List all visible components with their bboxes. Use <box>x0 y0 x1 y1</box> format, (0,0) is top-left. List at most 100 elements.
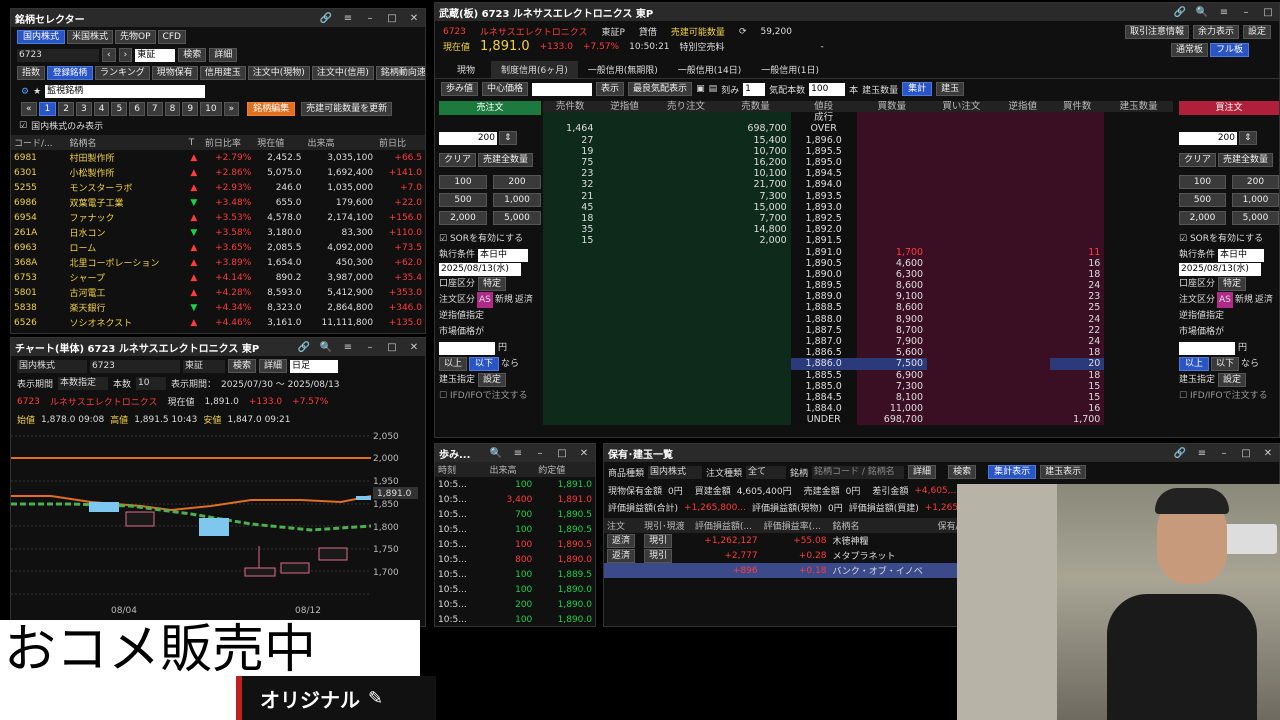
menu-icon[interactable]: ≡ <box>1195 448 1209 459</box>
qty-2000[interactable]: 2,000 <box>439 211 487 225</box>
layout-icon[interactable]: ▣ <box>696 84 705 94</box>
aggregate-view-button[interactable]: 集計表示 <box>988 465 1037 479</box>
stepper[interactable]: ⇕ <box>499 131 517 145</box>
account-button[interactable]: 特定 <box>478 277 507 291</box>
bid-row[interactable]: 1,888.5 8,600 25 <box>543 302 1173 314</box>
qty-2000[interactable]: 2,000 <box>1179 211 1226 225</box>
bid-row[interactable]: 1,888.0 8,900 24 <box>543 313 1173 325</box>
subtab-order-margin[interactable]: 注文中(信用) <box>311 66 374 80</box>
link-icon[interactable]: 🔗 <box>319 13 333 24</box>
bid-row[interactable]: 1,887.0 7,900 24 <box>543 335 1173 348</box>
refresh-icon[interactable]: ⟳ <box>739 27 747 37</box>
bid-row[interactable]: 1,889.0 9,100 23 <box>543 291 1173 303</box>
next-button[interactable]: › <box>118 48 133 62</box>
qty-100[interactable]: 100 <box>439 175 487 189</box>
clear-button[interactable]: クリア <box>439 153 477 167</box>
page-button[interactable]: 1 <box>38 102 57 116</box>
maximize-icon[interactable]: □ <box>385 13 399 24</box>
gear-icon[interactable]: ⚙ <box>21 87 29 97</box>
subtab-index[interactable]: 指数 <box>17 66 46 80</box>
checkbox[interactable]: ☑ <box>19 121 27 131</box>
table-row[interactable]: 5255 モンスターラボ ▲ +2.93% 246.0 1,035,000 +7.0 <box>11 180 425 195</box>
hold-search-button[interactable]: 検索 <box>948 465 977 479</box>
table-row[interactable]: 6753 シャープ ▲ +4.14% 890.2 3,987,000 +35.4 <box>11 270 425 285</box>
ask-price[interactable]: 1,895.5 <box>790 145 857 157</box>
hold-detail-button[interactable]: 詳細 <box>908 465 937 479</box>
chart-market-select[interactable]: 国内株式 <box>17 359 87 373</box>
count-input[interactable]: 10 <box>136 377 167 390</box>
bid-price[interactable]: 1,885.5 <box>790 369 857 381</box>
exec-select[interactable]: 本日中 <box>1218 248 1265 262</box>
last-page-button[interactable]: » <box>223 102 240 116</box>
column-header[interactable]: 銘柄名 <box>829 518 934 533</box>
minimize-icon[interactable]: – <box>363 13 377 24</box>
table-row[interactable]: 6986 双葉電子工業 ▼ +3.48% 655.0 179,600 +22.0 <box>11 195 425 210</box>
ask-row[interactable]: 35 14,800 1,892.0 <box>543 224 1173 236</box>
ask-price[interactable]: 1,894.5 <box>790 168 857 180</box>
prev-button[interactable]: ‹ <box>102 48 116 62</box>
repay-button[interactable]: 返済 <box>607 533 636 548</box>
bid-price[interactable]: 1,888.5 <box>790 302 857 314</box>
qty-1000[interactable]: 1,000 <box>1232 193 1279 207</box>
new-label[interactable]: 新規 <box>495 292 513 308</box>
above-button[interactable]: 以上 <box>1179 357 1210 371</box>
minimize-icon[interactable]: – <box>363 342 377 353</box>
maximize-icon[interactable]: □ <box>385 342 399 353</box>
stop-price-input[interactable] <box>1179 341 1235 355</box>
search-button[interactable]: 検索 <box>178 48 207 62</box>
star-icon[interactable]: ★ <box>33 87 41 97</box>
link-icon[interactable]: 🔗 <box>1173 448 1187 459</box>
page-button[interactable]: 7 <box>146 102 163 116</box>
buy-qty-input[interactable]: 200 <box>1179 131 1237 145</box>
order-kind-select[interactable]: 全て <box>746 465 787 479</box>
depth-input[interactable]: 100 <box>809 82 846 96</box>
table-row[interactable]: 6981 村田製作所 ▲ +2.79% 2,452.5 3,035,100 +66.5 <box>11 150 425 165</box>
minimize-icon[interactable]: – <box>1217 448 1231 459</box>
close-label[interactable]: 返済 <box>1255 292 1273 308</box>
ask-price[interactable]: 1,891.5 <box>790 235 857 247</box>
below-button[interactable]: 以下 <box>469 357 500 371</box>
bid-price[interactable]: 1,884.5 <box>790 391 857 404</box>
qty-200[interactable]: 200 <box>1232 175 1279 189</box>
menu-icon[interactable]: ≡ <box>1217 7 1231 18</box>
code-input[interactable]: 6723 <box>17 48 99 62</box>
position-view-button[interactable]: 建玉表示 <box>1040 465 1087 479</box>
watchlist-select[interactable]: 監視銘柄 <box>45 85 206 98</box>
sell-qty-input[interactable]: 200 <box>439 131 497 145</box>
bid-row[interactable]: 1,885.0 7,300 15 <box>543 380 1173 392</box>
bid-row[interactable]: 1,891.0 1,700 11 <box>543 246 1173 258</box>
margin-button[interactable]: 余力表示 <box>1192 25 1239 39</box>
subtab-holdings[interactable]: 現物保有 <box>151 66 198 80</box>
tab-general-margin[interactable]: 一般信用(無期限) <box>578 61 668 78</box>
bid-row[interactable]: 1,885.5 6,900 18 <box>543 369 1173 381</box>
maximize-icon[interactable]: □ <box>555 448 569 459</box>
bid-price[interactable]: 1,889.0 <box>790 291 857 303</box>
bid-price[interactable]: 1,886.0 <box>790 358 857 370</box>
stepper[interactable]: ⇕ <box>1239 131 1257 145</box>
sell-order-button[interactable]: 売注文 <box>439 101 541 115</box>
chart-detail-button[interactable]: 詳細 <box>259 359 288 373</box>
column-header[interactable]: T <box>186 135 202 150</box>
center-price-button[interactable]: 中心価格 <box>482 82 529 96</box>
delivery-button[interactable]: 現引 <box>644 533 673 548</box>
chart-exchange-select[interactable]: 東証 <box>183 359 225 373</box>
position-button[interactable]: 建玉 <box>936 82 965 96</box>
all-qty-button[interactable]: 売建全数量 <box>478 153 534 167</box>
ask-price[interactable]: 1,893.5 <box>790 190 857 202</box>
close-icon[interactable]: ✕ <box>1261 448 1275 459</box>
layout2-icon[interactable]: ▤ <box>709 84 718 94</box>
market-select[interactable]: 東証 <box>135 48 176 62</box>
qty-500[interactable]: 500 <box>1179 193 1226 207</box>
qty-500[interactable]: 500 <box>439 193 487 207</box>
holding-row[interactable]: +896 +0.18 バンク・オブ・イノベ <box>604 563 964 578</box>
bid-row[interactable]: 1,890.0 6,300 18 <box>543 268 1173 280</box>
link-icon[interactable]: 🔗 <box>1173 7 1187 18</box>
close-label[interactable]: 返済 <box>515 292 533 308</box>
ask-row[interactable]: 32 21,700 1,894.0 <box>543 179 1173 191</box>
repay-button[interactable]: 返済 <box>607 548 636 563</box>
bid-row[interactable]: 1,889.5 8,600 24 <box>543 280 1173 292</box>
close-icon[interactable]: ✕ <box>577 448 591 459</box>
ask-price[interactable]: 1,892.5 <box>790 212 857 225</box>
column-header[interactable]: 注文 <box>604 518 641 533</box>
menu-icon[interactable]: ≡ <box>511 448 525 459</box>
